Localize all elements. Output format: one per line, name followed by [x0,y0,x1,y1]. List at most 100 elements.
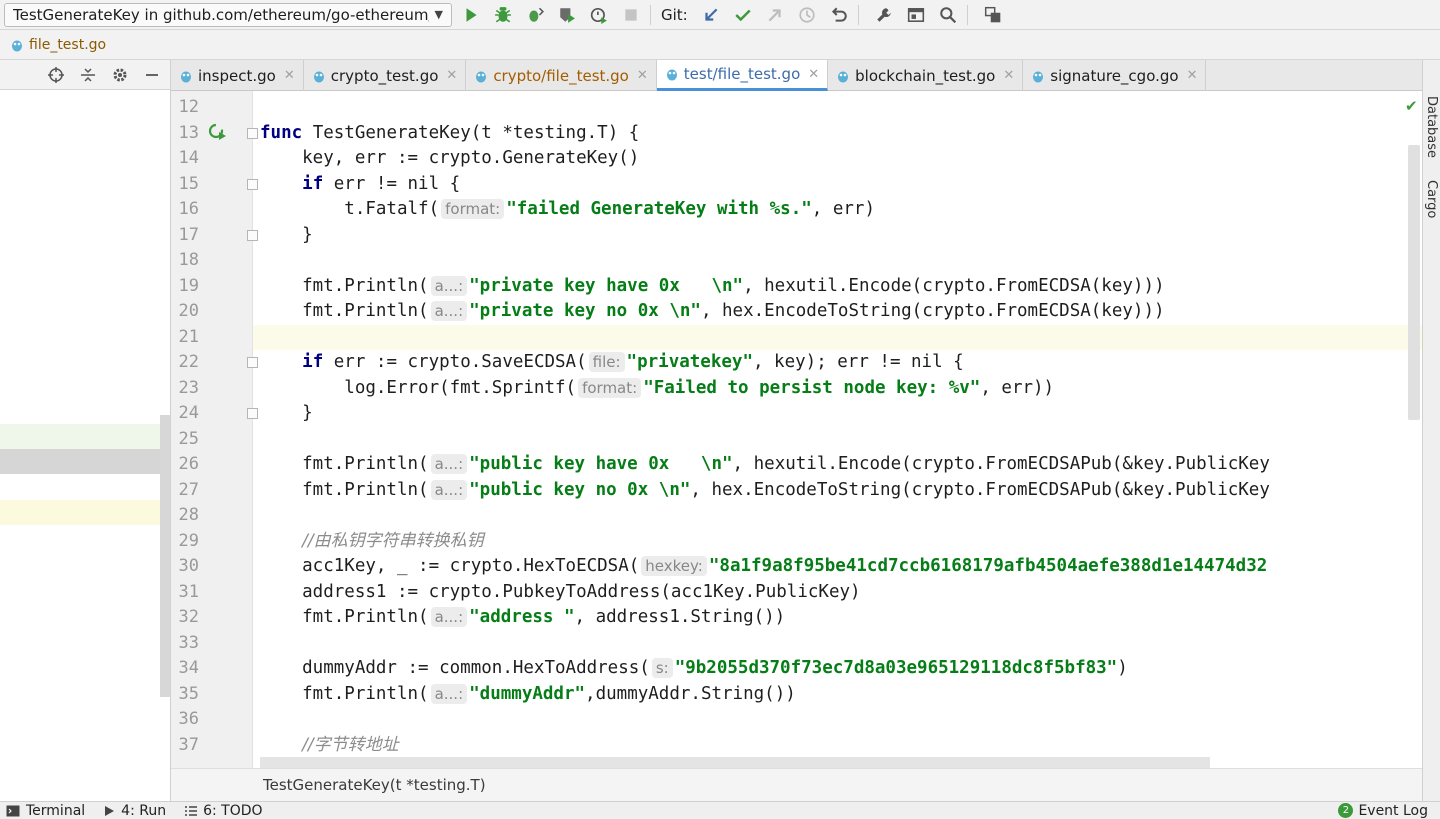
code-line[interactable]: fmt.Println(a...: "private key no 0x \n",… [260,299,1165,324]
close-icon[interactable]: ✕ [808,67,819,82]
code-line[interactable]: address1 := crypto.PubkeyToAddress(acc1K… [260,580,860,605]
git-update-button[interactable] [698,2,724,28]
tree-scrollbar[interactable] [160,415,170,697]
code-line[interactable]: if err := crypto.SaveECDSA(file: "private… [260,350,964,375]
collapse-all-button[interactable] [76,63,100,87]
keyword-token: func [260,122,303,143]
line-number: 31 [178,581,199,602]
presentation-button[interactable] [980,2,1006,28]
inspection-ok-icon[interactable]: ✔ [1405,97,1418,115]
close-icon[interactable]: ✕ [284,68,295,83]
undo-icon [831,7,847,22]
tab-crypto-file-test-go[interactable]: crypto/file_test.go ✕ [466,60,657,91]
breadcrumb-function[interactable]: TestGenerateKey(t *testing.T) [263,776,486,794]
line-number: 19 [178,275,199,296]
search-everywhere-button[interactable] [935,2,961,28]
close-icon[interactable]: ✕ [1187,68,1198,83]
tab-label: test/file_test.go [683,65,801,83]
code-token: fmt.Println( [260,683,429,704]
scope-hint-bar [260,757,1210,768]
code-line[interactable]: acc1Key, _ := crypto.HexToECDSA(hexkey: "… [260,554,1267,579]
run-with-timer-button[interactable] [586,2,612,28]
code-line[interactable]: } [260,401,313,426]
window-icon [907,7,924,22]
code-line[interactable]: fmt.Println(a...: "address ", address1.St… [260,605,785,630]
list-icon [185,805,198,816]
event-log-button[interactable]: 2 Event Log [1338,803,1428,819]
go-file-icon [12,40,22,51]
code-area[interactable]: func TestGenerateKey(t *testing.T) { key… [260,91,1422,768]
git-push-button[interactable] [762,2,788,28]
ide-window: TestGenerateKey in github.com/ethereum/g… [0,0,1440,819]
code-editor[interactable]: 12 13 14 15 16 17 18 19 20 21 22 23 24 25 26 27 28 29 30 31… [171,91,1422,768]
fold-marker[interactable] [247,229,258,241]
close-icon[interactable]: ✕ [446,68,457,83]
run-button[interactable] [458,2,484,28]
tab-signature-cgo-go[interactable]: signature_cgo.go ✕ [1023,60,1207,91]
close-icon[interactable]: ✕ [637,68,648,83]
fold-marker[interactable] [247,127,258,139]
code-line[interactable]: } [260,223,313,248]
tree-row-current [0,500,160,525]
code-token: acc1Key, _ := crypto.HexToECDSA( [260,556,640,576]
code-line[interactable]: log.Error(fmt.Sprintf(format: "Failed to … [260,376,1054,401]
code-token: err != nil { [323,173,461,194]
git-commit-button[interactable] [730,2,756,28]
code-line[interactable]: fmt.Println(a...: "public key have 0x \n"… [260,452,1270,477]
crosshair-icon [48,66,64,83]
code-line[interactable]: //由私钥字符串转换私钥 [260,529,483,554]
project-structure-button[interactable] [903,2,929,28]
git-rollback-button[interactable] [826,2,852,28]
tab-inspect-go[interactable]: inspect.go ✕ [171,60,304,91]
terminal-tool-button[interactable]: Terminal [6,803,85,819]
wrench-icon [876,7,891,22]
debug-button[interactable] [490,2,516,28]
run-with-coverage-button[interactable] [522,2,548,28]
code-line[interactable]: fmt.Println(a...: "dummyAddr",dummyAddr.S… [260,682,796,707]
line-number: 16 [178,199,199,219]
tool-window-header [0,60,170,90]
code-line[interactable]: //字节转地址 [260,733,398,758]
code-line[interactable]: fmt.Println(a...: "private key have 0x \n… [260,274,1165,299]
terminal-icon [6,805,20,816]
nav-file-crumb[interactable]: file_test.go [29,37,106,53]
profile-button[interactable] [554,2,580,28]
cargo-tool-button[interactable]: Cargo [1424,180,1439,218]
hide-panel-button[interactable] [140,63,164,87]
code-line[interactable]: fmt.Println(a...: "public key no 0x \n", … [260,478,1270,503]
tab-blockchain-test-go[interactable]: blockchain_test.go ✕ [828,60,1024,91]
tab-label: signature_cgo.go [1050,66,1179,85]
stop-button[interactable] [618,2,644,28]
tab-label: inspect.go [198,66,276,85]
code-line[interactable]: if err != nil { [260,172,460,197]
line-number: 33 [178,632,199,653]
todo-tool-button[interactable]: 6: TODO [184,803,263,819]
panel-settings-button[interactable] [108,63,132,87]
code-line[interactable]: func TestGenerateKey(t *testing.T) { [260,121,639,146]
fold-marker[interactable] [247,357,258,368]
tab-crypto-test-go[interactable]: crypto_test.go ✕ [304,60,467,91]
code-line[interactable]: dummyAddr := common.HexToAddress(s: "9b20… [260,656,1128,681]
database-tool-button[interactable]: Database [1424,96,1439,158]
run-tool-button[interactable]: 4: Run [103,803,166,819]
code-line[interactable]: key, err := crypto.GenerateKey() [260,146,639,171]
git-history-button[interactable] [794,2,820,28]
line-number: 37 [178,734,199,755]
line-number: 26 [178,454,199,474]
locate-button[interactable] [44,63,68,87]
code-line[interactable]: t.Fatalf(format: "failed GenerateKey with… [260,197,875,222]
run-test-gutter-icon[interactable] [208,123,228,141]
play-icon [466,7,477,22]
tab-test-file-test-go[interactable]: test/file_test.go ✕ [656,60,829,91]
line-number: 32 [178,607,199,627]
keyword-token: if [302,352,324,372]
line-number: 24 [178,403,199,423]
settings-button[interactable] [871,2,897,28]
run-configuration-dropdown[interactable]: TestGenerateKey in github.com/ethereum/g… [4,2,452,27]
string-token: "address " [469,607,575,627]
close-icon[interactable]: ✕ [1003,68,1014,83]
fold-marker[interactable] [247,178,258,190]
editor-scrollbar[interactable] [1408,145,1420,420]
fold-marker[interactable] [247,408,258,419]
play-icon [105,805,115,816]
